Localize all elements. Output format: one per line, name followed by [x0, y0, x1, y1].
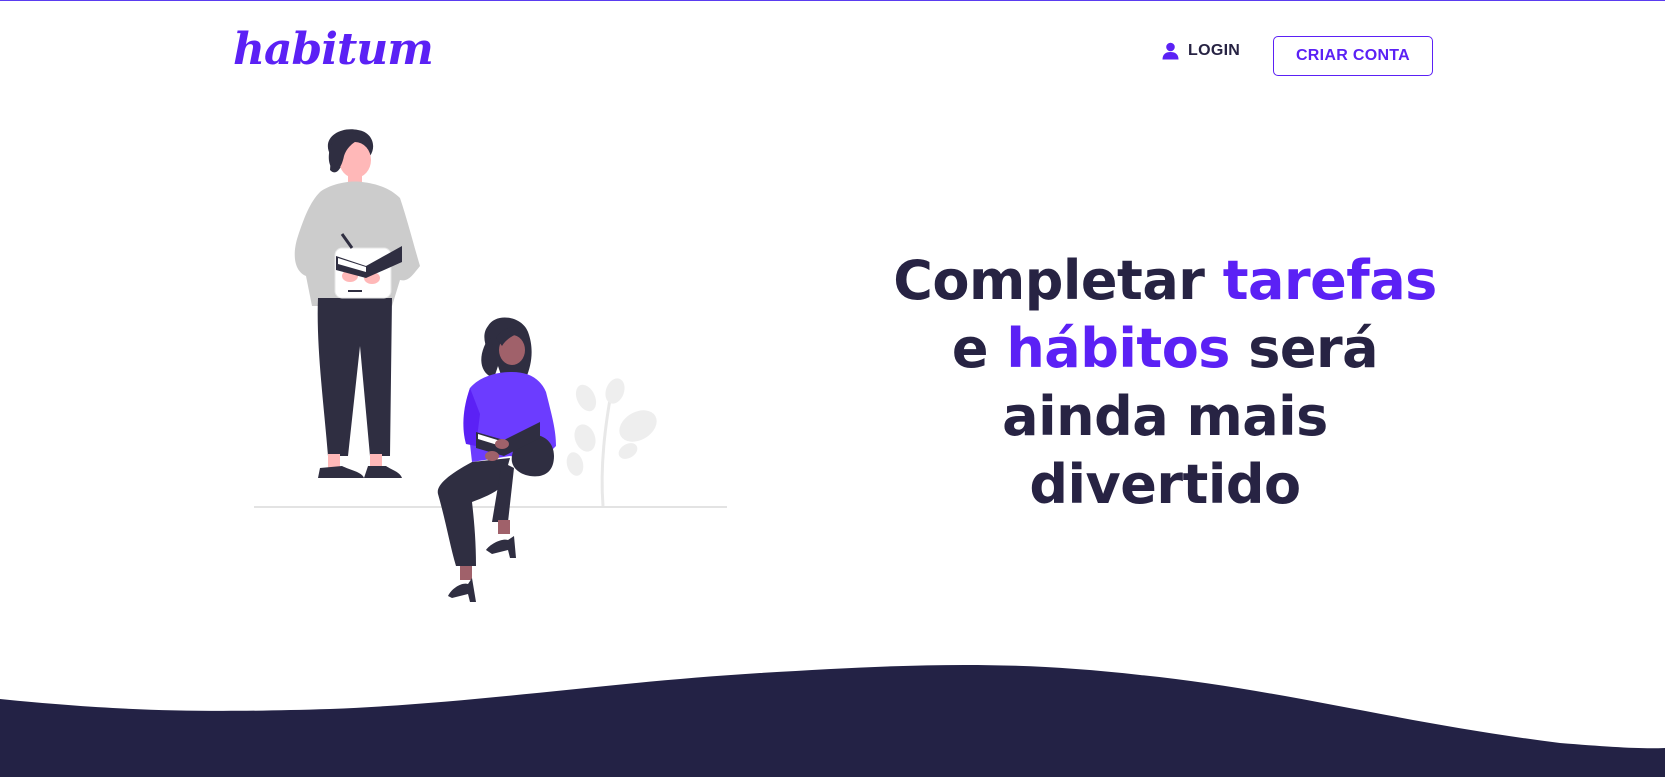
- footer-wave: [0, 664, 1665, 777]
- title-line-3: ainda mais: [1002, 385, 1328, 448]
- create-account-button[interactable]: CRIAR CONTA: [1273, 36, 1433, 76]
- title-accent-habits: hábitos: [1006, 317, 1230, 380]
- login-label: LOGIN: [1188, 42, 1241, 59]
- user-icon: [1162, 42, 1179, 60]
- sitting-person: [437, 317, 556, 602]
- title-line-4: divertido: [1029, 453, 1301, 516]
- landing-page: habitum LOGIN CRIAR CONTA Completar tare…: [0, 0, 1665, 777]
- title-part-2: e: [951, 317, 1007, 380]
- people-reading-illustration: [254, 129, 727, 602]
- login-link[interactable]: LOGIN: [1162, 42, 1240, 60]
- title-part-1: Completar: [893, 249, 1223, 312]
- title-accent-tasks: tarefas: [1222, 249, 1438, 312]
- hero-title: Completar tarefas e hábitos será ainda mai…: [880, 247, 1450, 519]
- habitum-logo[interactable]: habitum: [233, 28, 434, 72]
- plant-decoration: [566, 378, 657, 507]
- standing-person: [294, 129, 420, 478]
- title-part-3: será: [1229, 317, 1379, 380]
